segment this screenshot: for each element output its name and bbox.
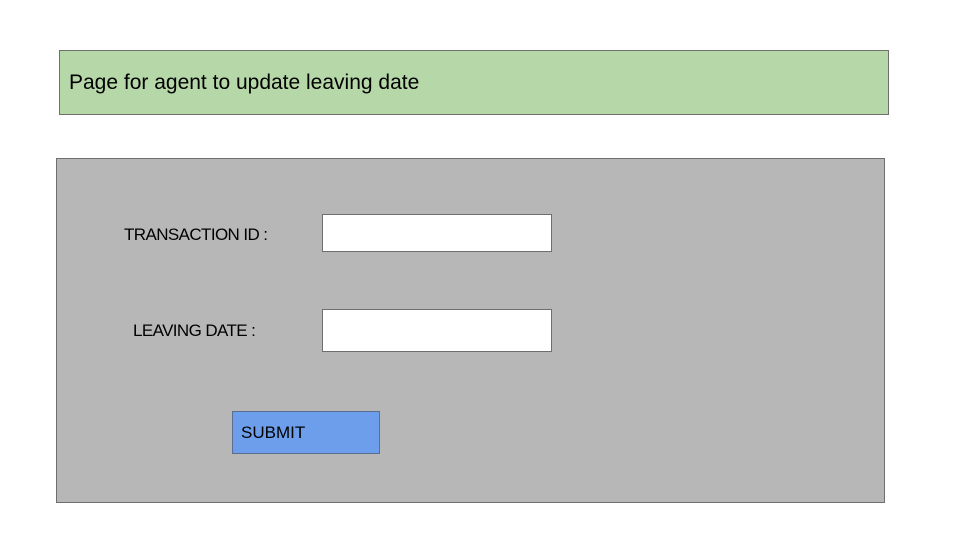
leaving-date-input[interactable] [322, 309, 552, 352]
submit-button-label: SUBMIT [241, 423, 306, 442]
leaving-date-label: LEAVING DATE : [133, 321, 256, 340]
page: Page for agent to update leaving date TR… [0, 0, 960, 540]
transaction-id-input[interactable] [322, 214, 552, 252]
page-title: Page for agent to update leaving date [69, 71, 420, 94]
update-leaving-date-form: TRANSACTION ID : LEAVING DATE : SUBMIT [56, 158, 885, 503]
header-banner: Page for agent to update leaving date [59, 50, 889, 115]
transaction-id-label: TRANSACTION ID : [124, 225, 268, 244]
submit-button[interactable]: SUBMIT [232, 411, 380, 454]
